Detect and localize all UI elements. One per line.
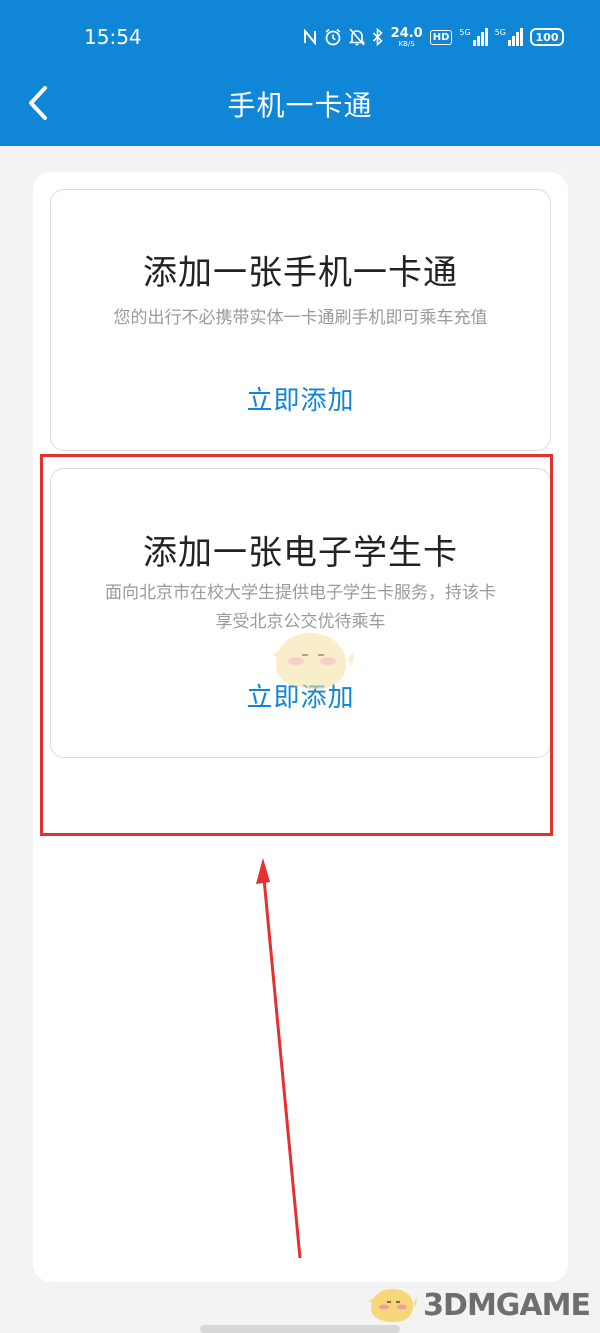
watermark-text: 3DMGAME — [423, 1287, 591, 1323]
silent-bell-icon — [348, 28, 365, 46]
card-description: 您的出行不必携带实体一卡通刷手机即可乘车充值 — [113, 308, 488, 328]
signal-icon: 5G — [459, 28, 488, 46]
battery-icon: 100 — [530, 28, 564, 46]
status-time: 15:54 — [84, 25, 142, 49]
watermark-logo-icon — [369, 1288, 418, 1323]
page-title: 手机一卡通 — [227, 89, 373, 122]
add-transit-card-option: 添加一张手机一卡通 您的出行不必携带实体一卡通刷手机即可乘车充值 立即添加 — [50, 189, 551, 451]
card-description-line: 面向北京市在校大学生提供电子学生卡服务，持该卡 — [105, 583, 496, 603]
watermark: 3DMGAME — [367, 1285, 591, 1325]
status-icons: 24.0 KB/S HD 5G 5G 100 — [303, 24, 564, 50]
mascot-watermark — [272, 632, 354, 690]
add-transit-card-button[interactable]: 立即添加 — [51, 380, 550, 417]
hd-badge: HD — [429, 29, 453, 45]
network-speed: 24.0 KB/S — [390, 25, 423, 48]
home-indicator — [200, 1325, 400, 1333]
main-card: 添加一张手机一卡通 您的出行不必携带实体一卡通刷手机即可乘车充值 立即添加 添加… — [33, 172, 568, 1282]
nav-bar: 手机一卡通 — [0, 60, 600, 146]
card-title: 添加一张手机一卡通 — [143, 253, 458, 293]
nfc-icon — [303, 29, 317, 45]
alarm-icon — [324, 28, 342, 46]
add-student-card-option: 添加一张电子学生卡 面向北京市在校大学生提供电子学生卡服务，持该卡 享受北京公交… — [50, 468, 551, 758]
card-title: 添加一张电子学生卡 — [143, 533, 458, 573]
bluetooth-icon — [372, 28, 384, 46]
signal-icon: 5G — [495, 28, 523, 46]
status-bar: 15:54 24.0 KB/S HD 5G 5G 100 — [0, 0, 600, 60]
